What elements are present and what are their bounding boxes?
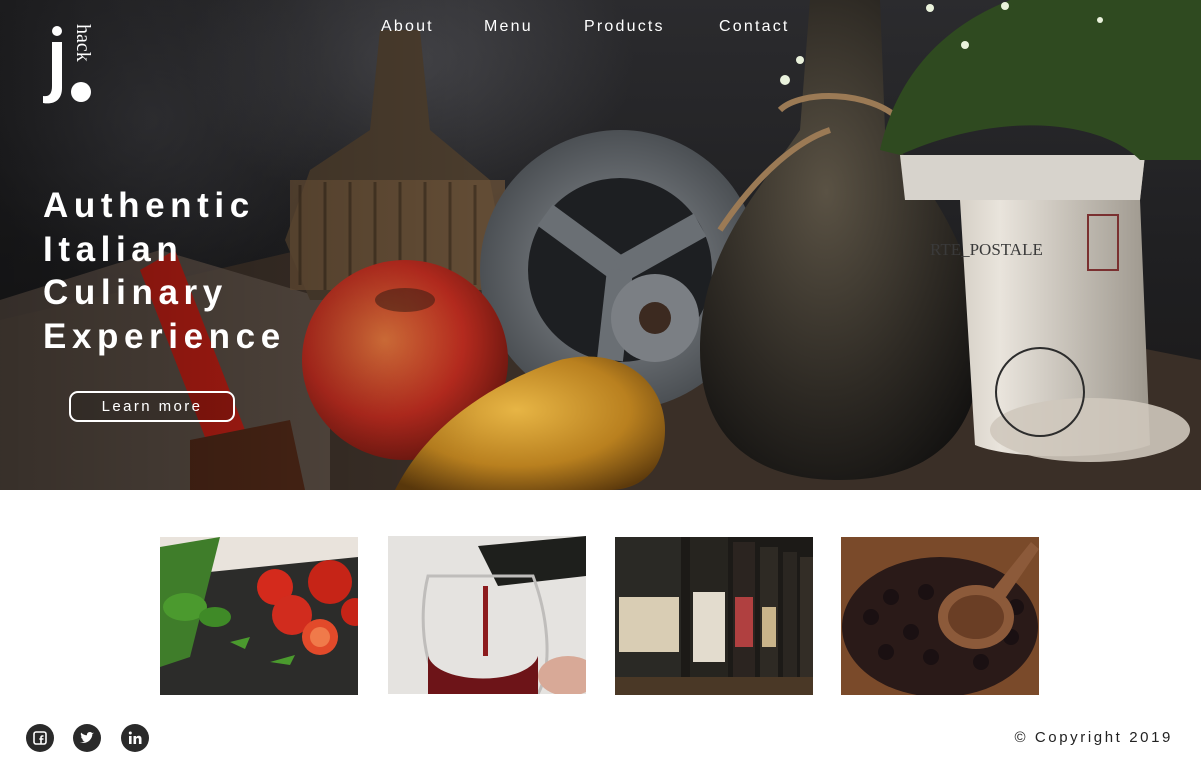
nav-contact[interactable]: Contact <box>719 18 790 36</box>
gallery-thumb-wine-pour[interactable] <box>388 536 586 694</box>
facebook-icon[interactable] <box>26 724 54 752</box>
wine-bottles-image <box>615 537 813 695</box>
headline-line-3: Culinary <box>43 273 228 312</box>
copyright-text: © Copyright 2019 <box>1014 729 1173 746</box>
headline-line-2: Italian <box>43 229 184 269</box>
gallery-thumb-olives[interactable] <box>841 537 1039 695</box>
gallery-thumb-wine-bottles[interactable] <box>615 537 813 695</box>
linkedin-icon[interactable] <box>121 724 149 752</box>
headline-line-1: Authentic <box>43 186 255 225</box>
olives-image <box>841 537 1039 695</box>
nav-menu[interactable]: Menu <box>484 18 533 36</box>
tomatoes-image <box>160 537 358 695</box>
learn-more-button[interactable]: Learn more <box>69 391 235 422</box>
hero-headline: Authentic Italian Culinary Experience <box>43 184 286 358</box>
main-nav: About Menu Products Contact <box>0 18 1201 40</box>
headline-line-4: Experience <box>43 316 286 356</box>
twitter-icon[interactable] <box>73 724 101 752</box>
wine-pour-image <box>388 536 586 694</box>
svg-text:RTE_POSTALE: RTE_POSTALE <box>930 240 1043 259</box>
hero-banner: RTE_POSTALE hack About Menu Products Con… <box>0 0 1201 490</box>
nav-products[interactable]: Products <box>584 18 665 36</box>
nav-about[interactable]: About <box>381 18 434 36</box>
gallery-thumb-tomatoes[interactable] <box>160 537 358 695</box>
